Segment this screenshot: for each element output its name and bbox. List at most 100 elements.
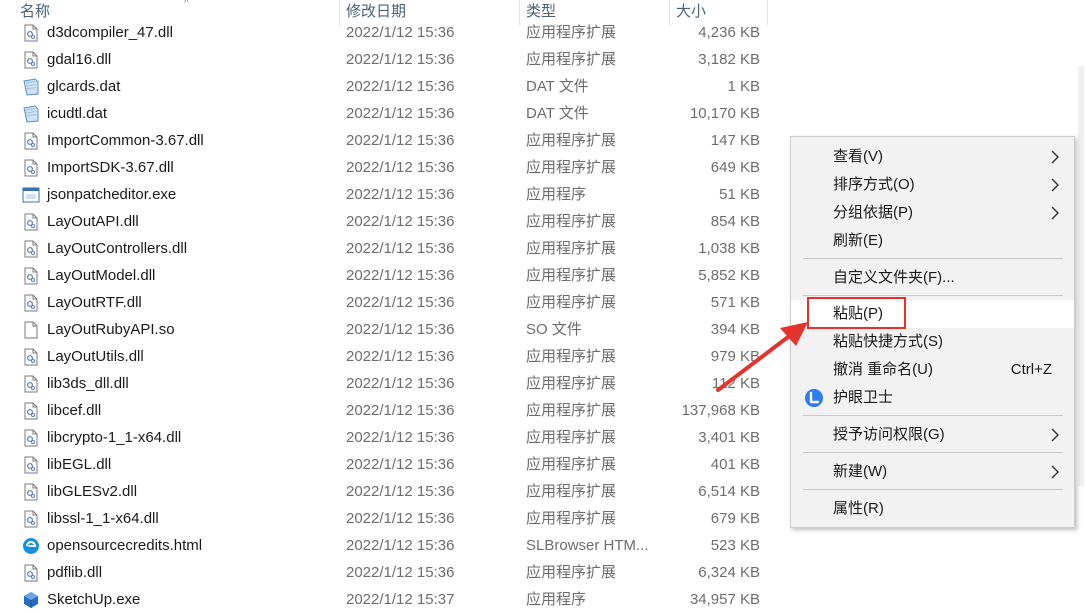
menu-label: 刷新(E) xyxy=(833,232,883,249)
file-row[interactable]: gdal16.dll 2022/1/12 15:36 应用程序扩展 3,182 KB xyxy=(0,46,790,73)
file-size: 679 KB xyxy=(710,510,760,527)
file-row[interactable]: glcards.dat 2022/1/12 15:36 DAT 文件 1 KB xyxy=(0,73,790,100)
file-date: 2022/1/12 15:36 xyxy=(346,267,455,284)
exe-file-icon xyxy=(22,186,40,204)
file-row[interactable]: icudtl.dat 2022/1/12 15:36 DAT 文件 10,170 KB xyxy=(0,100,790,127)
file-row[interactable]: libEGL.dll 2022/1/12 15:36 应用程序扩展 401 KB xyxy=(0,451,790,478)
menu-item-sort[interactable]: 排序方式(O) xyxy=(791,171,1074,199)
file-type: DAT 文件 xyxy=(526,105,589,122)
file-name: LayOutModel.dll xyxy=(47,267,156,284)
dll-file-icon xyxy=(22,375,40,393)
file-row[interactable]: ImportCommon-3.67.dll 2022/1/12 15:36 应用程序… xyxy=(0,127,790,154)
file-size: 137,968 KB xyxy=(681,402,760,419)
menu-item-paste-shortcut[interactable]: 粘贴快捷方式(S) xyxy=(791,328,1074,356)
menu-label: 授予访问权限(G) xyxy=(833,426,945,443)
file-date: 2022/1/12 15:36 xyxy=(346,186,455,203)
dll-file-icon xyxy=(22,402,40,420)
file-date: 2022/1/12 15:36 xyxy=(346,159,455,176)
dll-file-icon xyxy=(22,483,40,501)
file-date: 2022/1/12 15:36 xyxy=(346,105,455,122)
file-name: LayOutAPI.dll xyxy=(47,213,139,230)
file-name: jsonpatcheditor.exe xyxy=(47,186,177,203)
vertical-scrollbar[interactable] xyxy=(1076,26,1086,612)
file-type: 应用程序扩展 xyxy=(526,510,617,527)
file-row[interactable]: LayOutControllers.dll 2022/1/12 15:36 应用程序… xyxy=(0,235,790,262)
file-date: 2022/1/12 15:36 xyxy=(346,564,455,581)
file-type: 应用程序扩展 xyxy=(526,267,617,284)
menu-separator xyxy=(803,258,1063,259)
file-date: 2022/1/12 15:36 xyxy=(346,348,455,365)
file-row[interactable]: libcrypto-1_1-x64.dll 2022/1/12 15:36 应用程序… xyxy=(0,424,790,451)
file-type: 应用程序扩展 xyxy=(526,348,617,365)
file-size: 6,324 KB xyxy=(698,564,760,581)
file-type: DAT 文件 xyxy=(526,78,589,95)
dll-file-icon xyxy=(22,240,40,258)
file-type: SO 文件 xyxy=(526,321,582,338)
file-date: 2022/1/12 15:36 xyxy=(346,78,455,95)
menu-label: 护眼卫士 xyxy=(833,389,894,406)
file-name: LayOutRTF.dll xyxy=(47,294,142,311)
file-type: 应用程序 xyxy=(526,591,587,608)
file-size: 1,038 KB xyxy=(698,240,760,257)
file-name: gdal16.dll xyxy=(47,51,112,68)
menu-item-properties[interactable]: 属性(R) xyxy=(791,495,1074,523)
file-row[interactable]: libssl-1_1-x64.dll 2022/1/12 15:36 应用程序扩展 6… xyxy=(0,505,790,532)
file-date: 2022/1/12 15:36 xyxy=(346,537,455,554)
file-size: 401 KB xyxy=(710,456,760,473)
dat-file-icon xyxy=(22,78,40,96)
file-type: 应用程序扩展 xyxy=(526,132,617,149)
file-row[interactable]: LayOutAPI.dll 2022/1/12 15:36 应用程序扩展 854 KB xyxy=(0,208,790,235)
file-row[interactable]: jsonpatcheditor.exe 2022/1/12 15:36 应用程序 51… xyxy=(0,181,790,208)
dll-file-icon xyxy=(22,159,40,177)
file-date: 2022/1/12 15:36 xyxy=(346,429,455,446)
file-name: d3dcompiler_47.dll xyxy=(47,24,173,41)
file-size: 10,170 KB xyxy=(689,105,760,122)
dll-file-icon xyxy=(22,456,40,474)
file-date: 2022/1/12 15:36 xyxy=(346,240,455,257)
file-type: 应用程序扩展 xyxy=(526,483,617,500)
menu-item-customize-folder[interactable]: 自定义文件夹(F)... xyxy=(791,264,1074,292)
dll-file-icon xyxy=(22,213,40,231)
html-file-icon xyxy=(22,537,40,555)
file-row[interactable]: LayOutUtils.dll 2022/1/12 15:36 应用程序扩展 979 … xyxy=(0,343,790,370)
menu-label: 属性(R) xyxy=(833,500,884,517)
file-row[interactable]: lib3ds_dll.dll 2022/1/12 15:36 应用程序扩展 112 K… xyxy=(0,370,790,397)
file-name: ImportCommon-3.67.dll xyxy=(47,132,204,149)
file-name: icudtl.dat xyxy=(47,105,108,122)
scroll-thumb[interactable] xyxy=(1078,66,1084,486)
menu-item-new[interactable]: 新建(W) xyxy=(791,458,1074,486)
menu-item-view[interactable]: 查看(V) xyxy=(791,143,1074,171)
file-row[interactable]: LayOutRTF.dll 2022/1/12 15:36 应用程序扩展 571 KB xyxy=(0,289,790,316)
file-row[interactable]: pdflib.dll 2022/1/12 15:36 应用程序扩展 6,324 KB xyxy=(0,559,790,586)
menu-item-grant-access[interactable]: 授予访问权限(G) xyxy=(791,421,1074,449)
menu-item-group[interactable]: 分组依据(P) xyxy=(791,199,1074,227)
menu-item-refresh[interactable]: 刷新(E) xyxy=(791,227,1074,255)
file-row[interactable]: SketchUp.exe 2022/1/12 15:37 应用程序 34,957 KB xyxy=(0,586,790,613)
file-size: 51 KB xyxy=(719,186,760,203)
file-row[interactable]: d3dcompiler_47.dll 2022/1/12 15:36 应用程序扩展 4… xyxy=(0,19,790,46)
dll-file-icon xyxy=(22,348,40,366)
dll-file-icon xyxy=(22,24,40,42)
file-name: lib3ds_dll.dll xyxy=(47,375,129,392)
file-row[interactable]: LayOutModel.dll 2022/1/12 15:36 应用程序扩展 5,85… xyxy=(0,262,790,289)
file-row[interactable]: opensourcecredits.html 2022/1/12 15:36 SLB… xyxy=(0,532,790,559)
file-name: libssl-1_1-x64.dll xyxy=(47,510,159,527)
dll-file-icon xyxy=(22,429,40,447)
file-type: SLBrowser HTM... xyxy=(526,537,649,554)
file-row[interactable]: ImportSDK-3.67.dll 2022/1/12 15:36 应用程序扩展 6… xyxy=(0,154,790,181)
file-date: 2022/1/12 15:36 xyxy=(346,51,455,68)
file-row[interactable]: libcef.dll 2022/1/12 15:36 应用程序扩展 137,968 K… xyxy=(0,397,790,424)
file-date: 2022/1/12 15:36 xyxy=(346,510,455,527)
menu-separator xyxy=(803,295,1063,296)
file-name: ImportSDK-3.67.dll xyxy=(47,159,174,176)
menu-label: 排序方式(O) xyxy=(833,176,915,193)
menu-item-eye-guard[interactable]: 护眼卫士 xyxy=(791,384,1074,412)
file-name: libcef.dll xyxy=(47,402,102,419)
file-row[interactable]: LayOutRubyAPI.so 2022/1/12 15:36 SO 文件 394 … xyxy=(0,316,790,343)
file-size: 6,514 KB xyxy=(698,483,760,500)
file-type: 应用程序扩展 xyxy=(526,240,617,257)
file-size: 5,852 KB xyxy=(698,267,760,284)
file-date: 2022/1/12 15:36 xyxy=(346,24,455,41)
file-row[interactable]: libGLESv2.dll 2022/1/12 15:36 应用程序扩展 6,514 … xyxy=(0,478,790,505)
menu-item-undo-rename[interactable]: 撤消 重命名(U) Ctrl+Z xyxy=(791,356,1074,384)
